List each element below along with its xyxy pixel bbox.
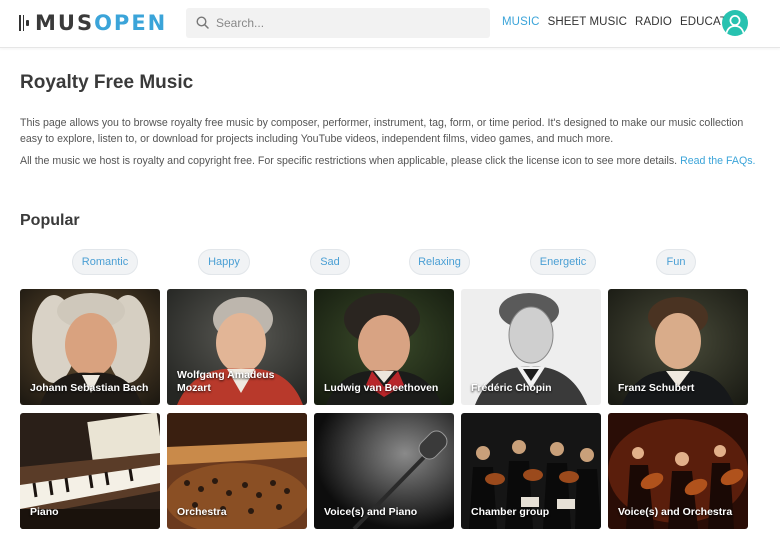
search-input[interactable] [216, 16, 476, 30]
tag-energetic[interactable]: Energetic [530, 249, 596, 275]
nav-radio[interactable]: RADIO [635, 16, 672, 28]
license-paragraph: All the music we host is royalty and cop… [20, 154, 760, 170]
instrument-name: Voice(s) and Piano [324, 506, 418, 518]
faq-link[interactable]: Read the FAQs. [680, 155, 755, 167]
tag-fun[interactable]: Fun [656, 249, 696, 275]
search-bar [186, 8, 490, 38]
instrument-name: Orchestra [177, 506, 227, 518]
popular-heading: Popular [20, 212, 80, 229]
composer-tile-chopin[interactable]: Frédéric Chopin [461, 289, 601, 405]
composer-name: Johann Sebastian Bach [30, 382, 149, 394]
intro-paragraph: This page allows you to browse royalty f… [20, 117, 744, 145]
composer-name: Franz Schubert [618, 382, 695, 394]
composer-tile-bach[interactable]: Johann Sebastian Bach [20, 289, 160, 405]
instrument-tile-voice-orchestra[interactable]: Voice(s) and Orchestra [608, 413, 748, 529]
composer-tile-schubert[interactable]: Franz Schubert [608, 289, 748, 405]
tag-happy[interactable]: Happy [198, 249, 250, 275]
nav-music[interactable]: MUSIC [502, 16, 540, 28]
nav-sheet-music[interactable]: SHEET MUSIC [548, 16, 627, 28]
instrument-tile-voice-piano[interactable]: Voice(s) and Piano [314, 413, 454, 529]
top-navbar: MUSOPEN MUSIC SHEET MUSIC RADIO EDUCATIO… [0, 0, 780, 48]
tag-romantic[interactable]: Romantic [72, 249, 138, 275]
user-avatar-icon[interactable] [722, 10, 748, 36]
logo-mark-icon [19, 14, 29, 32]
instrument-name: Chamber group [471, 506, 550, 518]
musopen-logo[interactable]: MUSOPEN [19, 11, 167, 35]
page-title: Royalty Free Music [20, 72, 194, 93]
composer-name: Frédéric Chopin [471, 382, 552, 394]
instrument-name: Voice(s) and Orchestra [618, 506, 733, 518]
logo-text-mus: MUS [35, 11, 95, 35]
composer-tile-beethoven[interactable]: Ludwig van Beethoven [314, 289, 454, 405]
logo-text-open: OPEN [94, 11, 168, 35]
composer-tile-mozart[interactable]: Wolfgang Amadeus Mozart [167, 289, 307, 405]
tag-relaxing[interactable]: Relaxing [409, 249, 470, 275]
search-icon[interactable] [186, 8, 216, 38]
instrument-tile-piano[interactable]: Piano [20, 413, 160, 529]
mood-tags: Romantic Happy Sad Relaxing Energetic Fu… [0, 249, 780, 276]
license-text: All the music we host is royalty and cop… [20, 155, 678, 167]
composer-name: Wolfgang Amadeus Mozart [177, 369, 275, 394]
instrument-tile-chamber-group[interactable]: Chamber group [461, 413, 601, 529]
tag-sad[interactable]: Sad [310, 249, 350, 275]
instrument-tile-orchestra[interactable]: Orchestra [167, 413, 307, 529]
composer-name: Ludwig van Beethoven [324, 382, 439, 394]
main-nav: MUSIC SHEET MUSIC RADIO EDUCATION [502, 16, 756, 28]
instrument-name: Piano [30, 506, 59, 518]
